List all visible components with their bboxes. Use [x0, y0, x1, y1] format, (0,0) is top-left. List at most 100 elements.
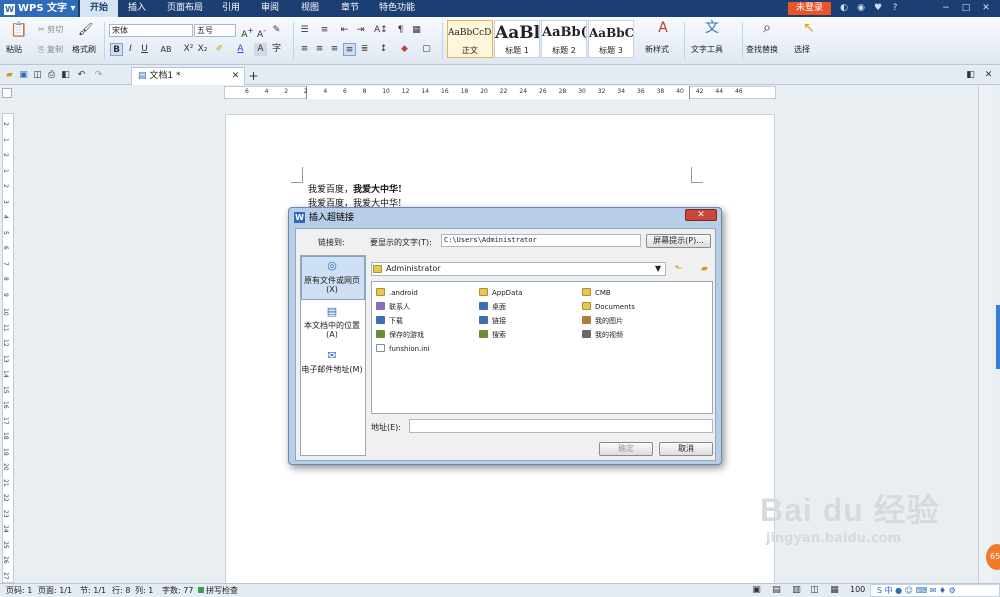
file-item[interactable]: 我的视频	[582, 329, 623, 342]
underline-icon[interactable]: U	[138, 43, 151, 56]
address-input[interactable]	[409, 419, 713, 433]
tab-view[interactable]: 视图	[292, 0, 328, 17]
paste-button[interactable]: 粘贴	[6, 45, 22, 55]
login-button[interactable]: 未登录	[788, 2, 831, 15]
file-item[interactable]: 下载	[376, 315, 403, 328]
display-text-input[interactable]: C:\Users\Administrator	[441, 234, 641, 247]
find-replace-button[interactable]: 查找替换	[746, 45, 778, 55]
full-screen-icon[interactable]: ▣	[750, 584, 763, 597]
document-tab[interactable]: ▤ 文档1 *	[131, 67, 245, 85]
undo-icon[interactable]: ↶	[75, 69, 88, 82]
print-icon[interactable]: ⎙	[45, 69, 58, 82]
cloud-icon[interactable]: ◉	[855, 2, 867, 14]
style-heading-3[interactable]: AaBbC 标题 3	[588, 20, 634, 58]
file-item[interactable]: .android	[376, 287, 418, 300]
folder-select[interactable]: Administrator	[371, 262, 666, 276]
outline-view-icon[interactable]: ▥	[790, 584, 803, 597]
close-tab-icon[interactable]: ✕	[229, 70, 242, 83]
select-icon[interactable]: ↖	[800, 21, 818, 40]
ok-button[interactable]: 确定	[599, 442, 653, 456]
tab-features[interactable]: 特色功能	[372, 0, 422, 17]
align-center-icon[interactable]: ≡	[313, 43, 326, 56]
align-right-icon[interactable]: ≡	[328, 43, 341, 56]
sync-icon[interactable]: ◐	[838, 2, 850, 14]
font-color-icon[interactable]: A	[234, 43, 247, 56]
file-item[interactable]: 联系人	[376, 301, 410, 314]
help-icon[interactable]: ?	[889, 2, 901, 14]
grow-font-icon[interactable]: A+	[241, 24, 254, 40]
open-icon[interactable]: ▰	[3, 69, 16, 82]
up-folder-icon[interactable]: ⬑	[672, 263, 685, 276]
preview-icon[interactable]: ◧	[59, 69, 72, 82]
tab-page-layout[interactable]: 页面布局	[160, 0, 210, 17]
style-normal[interactable]: AaBbCcDd 正文	[447, 20, 493, 58]
bullets-icon[interactable]: ☰	[298, 24, 311, 37]
panel-toggle-icon[interactable]: ◧	[964, 69, 977, 82]
close-icon[interactable]: ✕	[980, 2, 992, 14]
new-tab-icon[interactable]: +	[247, 70, 260, 83]
tab-chapter[interactable]: 章节	[332, 0, 368, 17]
shrink-font-icon[interactable]: A-	[255, 24, 268, 40]
file-item[interactable]: AppData	[479, 287, 522, 300]
cut-button[interactable]: ✂ 剪切	[38, 25, 63, 35]
file-item[interactable]: 搜索	[479, 329, 506, 342]
paste-icon[interactable]: 📋	[10, 23, 27, 42]
file-item[interactable]: 保存的游戏	[376, 329, 424, 342]
app-menu-button[interactable]: W WPS 文字 ▾	[0, 0, 78, 17]
zoom-level[interactable]: 100	[850, 585, 865, 594]
table-icon[interactable]: ▦	[410, 24, 423, 37]
phonetic-icon[interactable]: 字	[270, 43, 283, 56]
side-panel-handle[interactable]	[996, 305, 1000, 369]
file-item[interactable]: 我的图片	[582, 315, 623, 328]
document-place-icon[interactable]: ▤	[300, 306, 364, 317]
doc-line-1[interactable]: 我爱百度，我爱大中华!	[308, 182, 402, 195]
tab-review[interactable]: 审阅	[252, 0, 288, 17]
tab-references[interactable]: 引用	[214, 0, 248, 17]
shading-icon[interactable]: ◆	[398, 43, 411, 56]
chevron-down-icon[interactable]: ▼	[655, 262, 665, 276]
tab-stop-selector[interactable]	[2, 88, 12, 98]
new-style-button[interactable]: 新样式	[645, 45, 669, 55]
file-item[interactable]: 链接	[479, 315, 506, 328]
line-spacing-icon[interactable]: ↕	[377, 43, 390, 56]
clear-format-icon[interactable]: ✎	[270, 24, 283, 37]
ime-toolbar[interactable]: S 中 ● ☺ ⌨ ✉ ♦ ⚙	[870, 584, 1000, 597]
redo-icon[interactable]: ↷	[92, 69, 105, 82]
cancel-button[interactable]: 取消	[659, 442, 713, 456]
borders-icon[interactable]: ▢	[420, 43, 433, 56]
status-words[interactable]: 字数: 77	[162, 585, 193, 596]
justify-icon[interactable]: ≡	[343, 43, 356, 56]
strikethrough-icon[interactable]: AB	[158, 43, 174, 56]
tab-home[interactable]: 开始	[80, 0, 118, 17]
font-name-select[interactable]: 宋体	[109, 24, 193, 37]
new-style-icon[interactable]: A	[654, 21, 672, 40]
dialog-close-button[interactable]: ✕	[685, 209, 717, 221]
char-shading-icon[interactable]: A	[254, 43, 267, 56]
sort-icon[interactable]: A↕	[374, 24, 388, 37]
decrease-indent-icon[interactable]: ⇤	[338, 24, 351, 37]
copy-button[interactable]: ⎘ 复制	[38, 45, 63, 55]
file-item[interactable]: Documents	[582, 301, 635, 314]
subscript-icon[interactable]: X₂	[196, 43, 209, 56]
format-painter-icon[interactable]: 🖌	[78, 23, 93, 36]
spell-check-button[interactable]: 拼写检查	[198, 585, 238, 596]
distribute-icon[interactable]: ≣	[358, 43, 371, 56]
side-label-this-document[interactable]: 本文档中的位置(A)	[300, 321, 364, 339]
skin-icon[interactable]: ♥	[872, 2, 884, 14]
tab-insert[interactable]: 插入	[118, 0, 156, 17]
maximize-icon[interactable]: □	[960, 2, 972, 14]
font-size-select[interactable]: 五号	[194, 24, 236, 37]
file-item[interactable]: 桌面	[479, 301, 506, 314]
file-item[interactable]: funshion.ini	[376, 343, 430, 356]
superscript-icon[interactable]: X²	[182, 43, 195, 56]
minimize-icon[interactable]: −	[940, 2, 952, 14]
increase-indent-icon[interactable]: ⇥	[354, 24, 367, 37]
align-left-icon[interactable]: ≡	[298, 43, 311, 56]
style-heading-1[interactable]: AaBl 标题 1	[494, 20, 540, 58]
style-heading-2[interactable]: AaBb( 标题 2	[541, 20, 587, 58]
numbering-icon[interactable]: ≡	[318, 24, 331, 37]
pdf-icon[interactable]: ◫	[31, 69, 44, 82]
email-icon[interactable]: ✉	[300, 350, 364, 361]
file-item[interactable]: CMB	[582, 287, 611, 300]
select-button[interactable]: 选择	[794, 45, 810, 55]
